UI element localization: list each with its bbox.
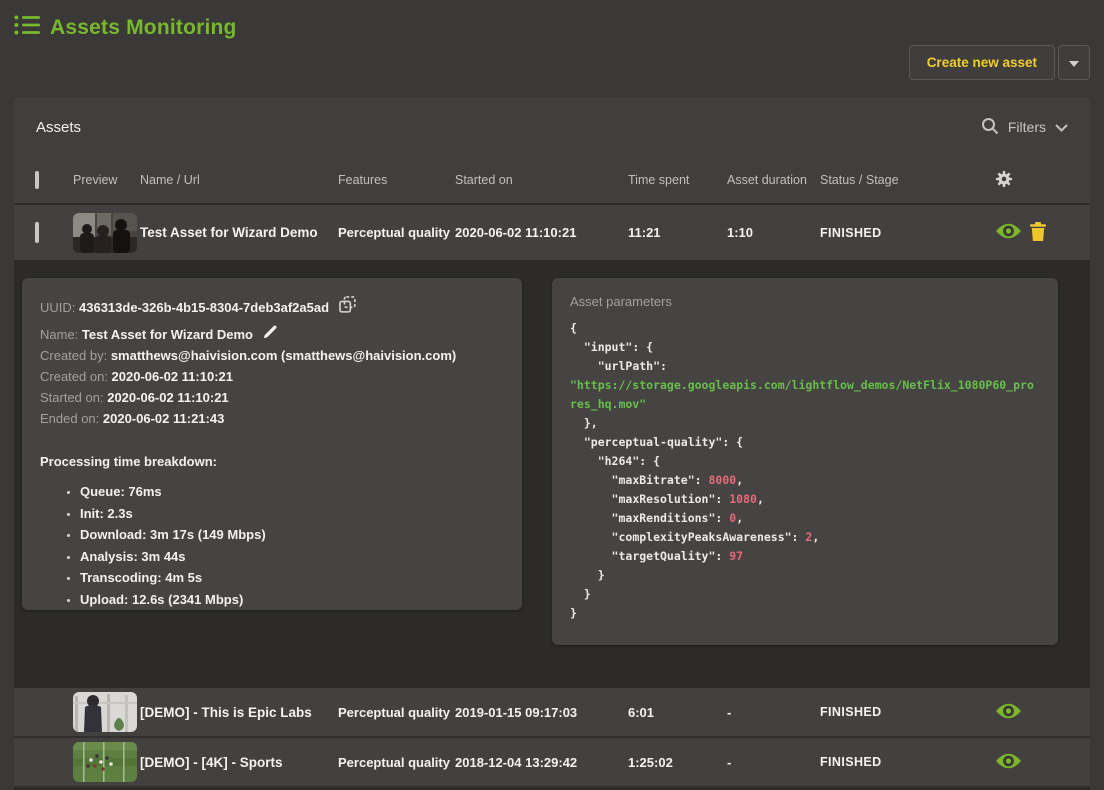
title-row: Assets Monitoring bbox=[14, 14, 237, 41]
processing-breakdown-title: Processing time breakdown: bbox=[40, 451, 504, 472]
processing-item: Upload: 12.6s (2341 Mbps) bbox=[80, 589, 504, 611]
row-preview-cell bbox=[73, 742, 140, 782]
col-name-url: Name / Url bbox=[140, 173, 338, 187]
asset-name[interactable]: [DEMO] - This is Epic Labs bbox=[140, 705, 338, 720]
eye-icon bbox=[995, 702, 1022, 723]
name-label: Name: bbox=[40, 327, 82, 342]
asset-duration: - bbox=[727, 705, 820, 720]
header-actions: Create new asset bbox=[909, 45, 1090, 80]
row-actions bbox=[985, 222, 1090, 244]
create-asset-dropdown-button[interactable] bbox=[1058, 45, 1090, 80]
name-value: Test Asset for Wizard Demo bbox=[82, 327, 253, 342]
processing-item: Queue: 76ms bbox=[80, 481, 504, 503]
started-on-line: Started on: 2020-06-02 11:10:21 bbox=[40, 387, 504, 408]
processing-item: Download: 3m 17s (149 Mbps) bbox=[80, 524, 504, 546]
select-all-checkbox[interactable] bbox=[35, 171, 39, 189]
table-row[interactable]: [DEMO] - [4K] - Sports Perceptual qualit… bbox=[14, 738, 1090, 788]
menu-list-icon[interactable] bbox=[14, 14, 40, 41]
search-icon bbox=[981, 117, 999, 138]
asset-detail-section: UUID: 436313de-326b-4b15-8304-7deb3af2a5… bbox=[14, 260, 1090, 688]
asset-thumbnail[interactable] bbox=[73, 692, 137, 732]
col-settings bbox=[985, 170, 1090, 191]
asset-started-on: 2018-12-04 13:29:42 bbox=[455, 755, 628, 770]
col-preview: Preview bbox=[73, 173, 140, 187]
row-check-cell bbox=[14, 224, 73, 242]
asset-started-on: 2020-06-02 11:10:21 bbox=[455, 225, 628, 240]
row-preview-cell bbox=[73, 692, 140, 732]
col-status-stage: Status / Stage bbox=[820, 173, 985, 187]
asset-thumbnail[interactable] bbox=[73, 213, 137, 253]
processing-item: Analysis: 3m 44s bbox=[80, 546, 504, 568]
processing-item: Init: 2.3s bbox=[80, 503, 504, 525]
asset-time-spent: 6:01 bbox=[628, 705, 727, 720]
view-asset-button[interactable] bbox=[995, 702, 1022, 723]
eye-icon bbox=[995, 752, 1022, 773]
gear-icon[interactable] bbox=[995, 170, 1013, 191]
trash-icon bbox=[1030, 222, 1046, 244]
page-title: Assets Monitoring bbox=[50, 16, 237, 40]
asset-name[interactable]: Test Asset for Wizard Demo bbox=[140, 225, 338, 240]
asset-thumbnail[interactable] bbox=[73, 742, 137, 782]
asset-time-spent: 11:21 bbox=[628, 225, 727, 240]
asset-started-on: 2019-01-15 09:17:03 bbox=[455, 705, 628, 720]
copy-icon[interactable] bbox=[339, 296, 356, 319]
eye-icon bbox=[995, 222, 1022, 243]
asset-name[interactable]: [DEMO] - [4K] - Sports bbox=[140, 755, 338, 770]
asset-time-spent: 1:25:02 bbox=[628, 755, 727, 770]
uuid-line: UUID: 436313de-326b-4b15-8304-7deb3af2a5… bbox=[40, 296, 504, 319]
panel-title: Assets bbox=[36, 119, 81, 136]
asset-duration: - bbox=[727, 755, 820, 770]
asset-info-card: UUID: 436313de-326b-4b15-8304-7deb3af2a5… bbox=[22, 278, 522, 610]
row-actions bbox=[985, 702, 1090, 723]
asset-parameters-card: Asset parameters { "input": { "urlPath":… bbox=[552, 278, 1058, 645]
delete-asset-button[interactable] bbox=[1030, 222, 1046, 244]
table-row[interactable]: Test Asset for Wizard Demo Perceptual qu… bbox=[14, 205, 1090, 260]
asset-parameters-json: { "input": { "urlPath":"https://storage.… bbox=[570, 319, 1040, 623]
name-line: Name: Test Asset for Wizard Demo bbox=[40, 324, 504, 345]
row-actions bbox=[985, 752, 1090, 773]
assets-panel-header: Assets Filters bbox=[14, 97, 1090, 157]
processing-item: Transcoding: 4m 5s bbox=[80, 567, 504, 589]
processing-breakdown-list: Queue: 76ms Init: 2.3s Download: 3m 17s … bbox=[40, 481, 504, 610]
table-header-row: Preview Name / Url Features Started on T… bbox=[14, 157, 1090, 205]
asset-features: Perceptual quality bbox=[338, 705, 455, 720]
ended-on-line: Ended on: 2020-06-02 11:21:43 bbox=[40, 408, 504, 429]
col-features: Features bbox=[338, 173, 455, 187]
col-time-spent: Time spent bbox=[628, 173, 727, 187]
top-header: Assets Monitoring Create new asset bbox=[0, 0, 1104, 97]
asset-duration: 1:10 bbox=[727, 225, 820, 240]
caret-down-icon bbox=[1069, 55, 1079, 70]
select-all-cell bbox=[14, 173, 73, 187]
asset-parameters-title: Asset parameters bbox=[570, 294, 1040, 309]
created-by-line: Created by: smatthews@haivision.com (sma… bbox=[40, 345, 504, 366]
filters-toggle[interactable]: Filters bbox=[981, 117, 1068, 138]
view-asset-button[interactable] bbox=[995, 222, 1022, 243]
view-asset-button[interactable] bbox=[995, 752, 1022, 773]
table-row[interactable]: [DEMO] - This is Epic Labs Perceptual qu… bbox=[14, 688, 1090, 738]
uuid-value: 436313de-326b-4b15-8304-7deb3af2a5ad bbox=[79, 300, 329, 315]
asset-status: FINISHED bbox=[820, 755, 985, 769]
assets-panel: Assets Filters Preview Name / Url Featur… bbox=[14, 97, 1090, 788]
col-asset-duration: Asset duration bbox=[727, 173, 820, 187]
filters-label: Filters bbox=[1008, 119, 1046, 135]
created-on-line: Created on: 2020-06-02 11:10:21 bbox=[40, 366, 504, 387]
create-new-asset-button[interactable]: Create new asset bbox=[909, 45, 1055, 80]
asset-features: Perceptual quality bbox=[338, 755, 455, 770]
pencil-icon[interactable] bbox=[263, 324, 278, 345]
asset-status: FINISHED bbox=[820, 705, 985, 719]
asset-features: Perceptual quality bbox=[338, 225, 455, 240]
uuid-label: UUID: bbox=[40, 300, 79, 315]
asset-status: FINISHED bbox=[820, 226, 985, 240]
row-checkbox[interactable] bbox=[35, 222, 39, 243]
row-preview-cell bbox=[73, 213, 140, 253]
chevron-down-icon bbox=[1055, 119, 1068, 135]
col-started-on: Started on bbox=[455, 173, 628, 187]
